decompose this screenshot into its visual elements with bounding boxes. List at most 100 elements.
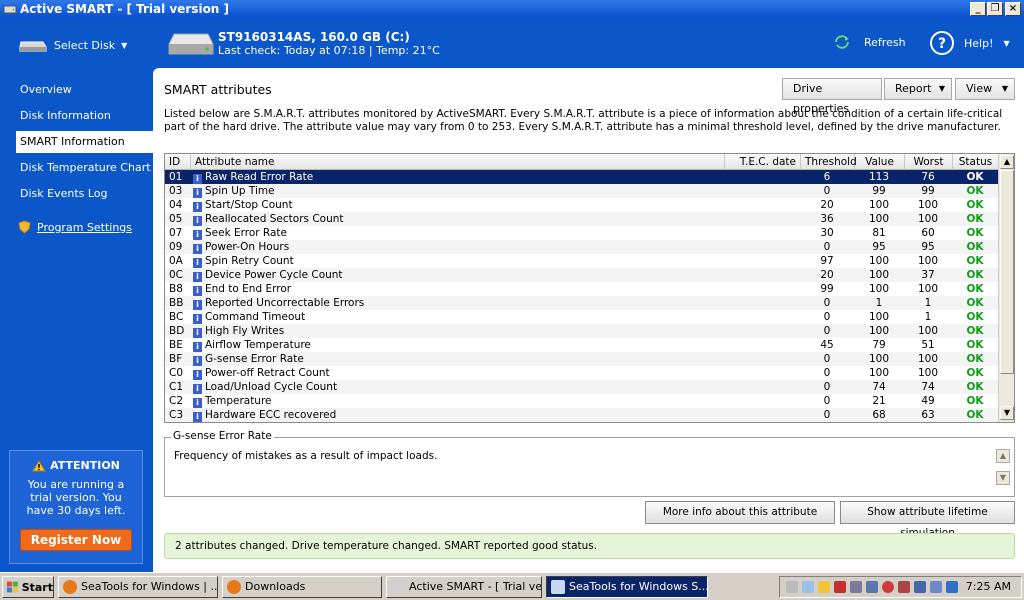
- tray-tool-icon[interactable]: [850, 581, 862, 593]
- cell-worst: 100: [917, 213, 939, 225]
- table-row[interactable]: C2 i Temperature 0 21 49 OK: [165, 394, 998, 408]
- attribute-name-text: Raw Read Error Rate: [205, 171, 314, 183]
- cell-attribute-name: i Command Timeout: [193, 310, 723, 324]
- report-button[interactable]: Report ▼: [884, 78, 952, 100]
- cell-worst: 51: [921, 339, 935, 351]
- tray-network-icon[interactable]: [802, 581, 814, 593]
- tray-temperature-icon[interactable]: [786, 581, 798, 593]
- column-header-worst[interactable]: Worst: [905, 154, 953, 170]
- info-icon[interactable]: i: [193, 286, 202, 296]
- info-icon[interactable]: i: [193, 258, 202, 268]
- table-row[interactable]: B8 i End to End Error 99 100 100 OK: [165, 282, 998, 296]
- taskbar-item-seatools-firefox[interactable]: SeaTools for Windows | ...: [58, 576, 218, 598]
- column-header-status[interactable]: Status: [953, 154, 998, 170]
- restore-button[interactable]: ❐: [987, 2, 1003, 16]
- info-icon[interactable]: i: [193, 230, 202, 240]
- lifetime-simulation-button[interactable]: Show attribute lifetime simulation: [840, 501, 1015, 539]
- sidebar-item-disk-temperature-chart[interactable]: Disk Temperature Chart: [16, 157, 153, 179]
- window-title: Active SMART - [ Trial version ]: [20, 2, 230, 16]
- select-disk-button[interactable]: Select Disk ▼: [18, 36, 127, 54]
- table-row[interactable]: C1 i Load/Unload Cycle Count 0 74 74 OK: [165, 380, 998, 394]
- view-label: View: [966, 82, 993, 95]
- table-row[interactable]: 0A i Spin Retry Count 97 100 100 OK: [165, 254, 998, 268]
- cell-attribute-name: i Temperature: [193, 394, 723, 408]
- tray-app2-icon[interactable]: [946, 581, 958, 593]
- attribute-name-text: G-sense Error Rate: [205, 353, 304, 365]
- sidebar-item-smart-information[interactable]: SMART Information: [16, 131, 153, 153]
- info-icon[interactable]: i: [193, 202, 202, 212]
- info-icon[interactable]: i: [193, 314, 202, 324]
- table-row[interactable]: 03 i Spin Up Time 0 99 99 OK: [165, 184, 998, 198]
- info-icon[interactable]: i: [193, 398, 202, 408]
- window-title-bar: Active SMART - [ Trial version ] _ ❐ ×: [0, 0, 1024, 18]
- taskbar-item-seatools[interactable]: SeaTools for Windows S...: [546, 576, 708, 598]
- tray-monitor-icon[interactable]: [914, 581, 926, 593]
- sidebar-item-overview[interactable]: Overview: [16, 79, 153, 101]
- table-row[interactable]: C3 i Hardware ECC recovered 0 68 63 OK: [165, 408, 998, 422]
- table-row[interactable]: BE i Airflow Temperature 45 79 51 OK: [165, 338, 998, 352]
- info-icon[interactable]: i: [193, 174, 202, 184]
- info-icon[interactable]: i: [193, 188, 202, 198]
- table-row[interactable]: 05 i Reallocated Sectors Count 36 100 100 OK: [165, 212, 998, 226]
- program-settings-link[interactable]: Program Settings: [18, 220, 132, 234]
- info-icon[interactable]: i: [193, 328, 202, 338]
- table-row[interactable]: C0 i Power-off Retract Count 0 100 100 OK: [165, 366, 998, 380]
- chevron-down-icon: ▼: [938, 84, 945, 93]
- tray-display-icon[interactable]: [866, 581, 878, 593]
- column-header-attribute-name[interactable]: Attribute name: [191, 154, 725, 170]
- info-icon[interactable]: i: [193, 300, 202, 310]
- close-button[interactable]: ×: [1005, 2, 1021, 16]
- tray-volume-icon[interactable]: [930, 581, 942, 593]
- cell-value: 74: [872, 381, 886, 393]
- column-header-threshold[interactable]: Threshold: [801, 154, 857, 170]
- tray-app-icon[interactable]: [898, 581, 910, 593]
- table-row[interactable]: 01 i Raw Read Error Rate 6 113 76 OK: [165, 170, 998, 184]
- tray-shield-icon[interactable]: [818, 581, 830, 593]
- detail-scroll-down-icon[interactable]: ▼: [996, 471, 1010, 485]
- scroll-thumb[interactable]: [1000, 170, 1014, 374]
- info-icon[interactable]: i: [193, 342, 202, 352]
- scroll-down-icon[interactable]: ▼: [1000, 406, 1014, 420]
- table-row[interactable]: 04 i Start/Stop Count 20 100 100 OK: [165, 198, 998, 212]
- start-button[interactable]: Start: [2, 576, 54, 598]
- shield-icon: [18, 220, 31, 234]
- table-row[interactable]: BB i Reported Uncorrectable Errors 0 1 1 OK: [165, 296, 998, 310]
- info-icon[interactable]: i: [193, 412, 202, 422]
- info-icon[interactable]: i: [193, 384, 202, 394]
- column-header-value[interactable]: Value: [855, 154, 905, 170]
- info-icon[interactable]: i: [193, 244, 202, 254]
- minimize-button[interactable]: _: [970, 2, 986, 16]
- app-disk-icon: [3, 5, 17, 14]
- scroll-up-icon[interactable]: ▲: [1000, 155, 1014, 169]
- sidebar-item-disk-events-log[interactable]: Disk Events Log: [16, 183, 153, 205]
- table-scrollbar[interactable]: ▲ ▼: [998, 154, 1014, 422]
- refresh-button[interactable]: Refresh: [834, 35, 906, 49]
- register-now-button[interactable]: Register Now: [20, 529, 132, 551]
- detail-scroll-up-icon[interactable]: ▲: [996, 449, 1010, 463]
- table-header: ID Attribute name T.E.C. date Threshold …: [165, 154, 998, 170]
- info-icon[interactable]: i: [193, 272, 202, 282]
- info-icon[interactable]: i: [193, 356, 202, 366]
- table-row[interactable]: BC i Command Timeout 0 100 1 OK: [165, 310, 998, 324]
- column-header-tec-date[interactable]: T.E.C. date: [725, 154, 801, 170]
- cell-status: OK: [966, 353, 984, 365]
- table-row[interactable]: BF i G-sense Error Rate 0 100 100 OK: [165, 352, 998, 366]
- tray-alert-icon[interactable]: [882, 581, 894, 593]
- info-icon[interactable]: i: [193, 216, 202, 226]
- table-row[interactable]: 0C i Device Power Cycle Count 20 100 37 OK: [165, 268, 998, 282]
- more-info-button[interactable]: More info about this attribute: [645, 501, 835, 524]
- help-button[interactable]: ? Help! ▼: [930, 31, 1010, 55]
- taskbar-item-active-smart[interactable]: Active SMART - [ Trial ve...: [386, 576, 542, 598]
- view-button[interactable]: View ▼: [955, 78, 1015, 100]
- taskbar-item-downloads[interactable]: Downloads: [222, 576, 382, 598]
- attribute-name-text: Spin Up Time: [205, 185, 275, 197]
- cell-worst: 100: [917, 199, 939, 211]
- table-row[interactable]: 09 i Power-On Hours 0 95 95 OK: [165, 240, 998, 254]
- tray-security-icon[interactable]: [834, 581, 846, 593]
- table-row[interactable]: BD i High Fly Writes 0 100 100 OK: [165, 324, 998, 338]
- sidebar-item-disk-information[interactable]: Disk Information: [16, 105, 153, 127]
- drive-properties-button[interactable]: Drive properties: [782, 78, 882, 115]
- column-header-id[interactable]: ID: [165, 154, 191, 170]
- info-icon[interactable]: i: [193, 370, 202, 380]
- table-row[interactable]: 07 i Seek Error Rate 30 81 60 OK: [165, 226, 998, 240]
